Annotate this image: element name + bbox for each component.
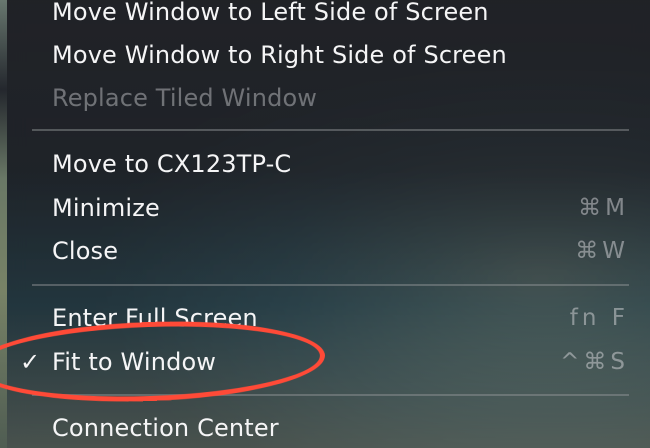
close-shortcut: ⌘W (575, 238, 629, 264)
menu-item-fit-to-window[interactable]: ✓ Fit to Window ^⌘S (7, 343, 650, 381)
menu-item-move-window-right[interactable]: Move Window to Right Side of Screen (7, 36, 650, 74)
menu-separator (32, 129, 629, 131)
minimize-shortcut: ⌘M (578, 195, 629, 221)
menu-item-label: Minimize (52, 194, 160, 222)
menu-item-label: Fit to Window (52, 348, 217, 376)
menu-separator (32, 394, 629, 396)
menu-item-label: Replace Tiled Window (52, 84, 318, 112)
window-menu: Move Window to Left Side of Screen Move … (7, 0, 650, 448)
menu-item-move-window-left[interactable]: Move Window to Left Side of Screen (7, 0, 650, 31)
menu-item-replace-tiled-window: Replace Tiled Window (7, 79, 650, 117)
checkmark-icon: ✓ (20, 348, 41, 376)
desktop-edge (0, 0, 7, 448)
menu-item-move-to-device[interactable]: Move to CX123TP-C (7, 145, 650, 183)
menu-item-minimize[interactable]: Minimize ⌘M (7, 189, 650, 227)
menu-item-label: Move Window to Right Side of Screen (52, 41, 507, 69)
menu-item-close[interactable]: Close ⌘W (7, 232, 650, 270)
menu-separator (32, 284, 629, 286)
menu-item-label: Move Window to Left Side of Screen (52, 0, 489, 26)
menu-item-connection-center[interactable]: Connection Center (7, 409, 650, 447)
full-screen-shortcut: fn F (569, 305, 629, 331)
fit-to-window-shortcut: ^⌘S (560, 349, 629, 375)
menu-item-label: Close (52, 237, 119, 265)
menu-item-label: Move to CX123TP-C (52, 150, 292, 178)
menu-item-label: Connection Center (52, 414, 279, 442)
menu-item-enter-full-screen[interactable]: Enter Full Screen fn F (7, 299, 650, 337)
menu-item-label: Enter Full Screen (52, 304, 258, 332)
desktop-background: Move Window to Left Side of Screen Move … (0, 0, 650, 448)
